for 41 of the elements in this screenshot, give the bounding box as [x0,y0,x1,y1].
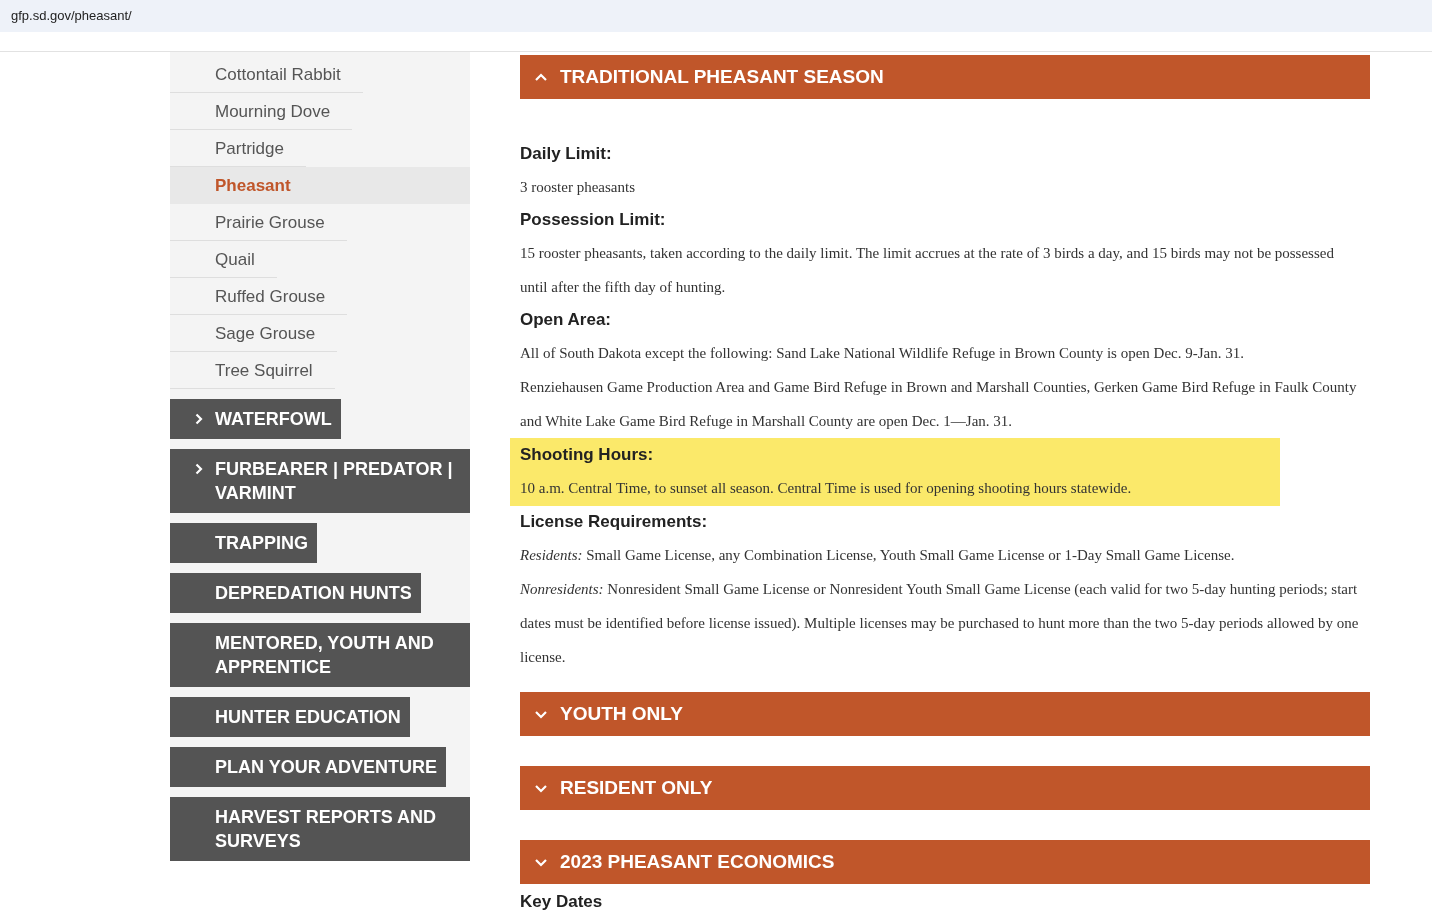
sidebar-link[interactable]: Ruffed Grouse [170,278,348,315]
section-heading: Open Area: [520,309,611,331]
sidebar-link[interactable]: Tree Squirrel [170,352,335,389]
paragraph: Residents: Small Game License, any Combination License, Youth Small Game License or 1-Day Small Game License. [520,546,1236,565]
address-bar[interactable]: gfp.sd.gov/pheasant/ [0,0,1432,32]
sidebar-link[interactable]: Prairie Grouse [170,204,347,241]
paragraph: All of South Dakota except the following: Sand Lake National Wildlife Refuge in Brown County is open Dec. 9-Jan. 31. [520,344,1245,363]
nav-button[interactable]: FURBEARER | PREDATOR | VARMINT [170,449,470,513]
chevron-right-icon [195,463,203,475]
paragraph: Nonresidents: Nonresident Small Game License or Nonresident Youth Small Game License (each valid for two 5-day hunting periods; start dates must be identified before license issued). Multiple licenses may be purchased to hunt more than the two 5-day periods allowed by one license. [520,580,1360,667]
sidebar-link[interactable]: Cottontail Rabbit [170,56,363,93]
accordion-header[interactable]: 2023 PHEASANT ECONOMICS [520,840,1370,884]
nav-button[interactable]: HARVEST REPORTS AND SURVEYS [170,797,470,861]
accordion-header[interactable]: TRADITIONAL PHEASANT SEASON [520,55,1370,99]
chevron-up-icon [535,72,547,82]
nav-button[interactable]: WATERFOWL [170,399,341,439]
section-heading: License Requirements: [520,511,708,533]
section-heading: Daily Limit: [520,143,612,165]
nav-button[interactable]: TRAPPING [170,523,317,563]
sidebar-link[interactable]: Quail [170,241,277,278]
nav-button[interactable]: MENTORED, YOUTH AND APPRENTICE [170,623,470,687]
sidebar-link[interactable]: Sage Grouse [170,315,338,352]
url-text: gfp.sd.gov/pheasant/ [11,7,132,26]
paragraph: 15 rooster pheasants, taken according to the daily limit. The limit accrues at the rate of 3 birds a day, and 15 birds may not be possessed until after the fifth day of hunting. [520,244,1335,297]
chevron-down-icon [535,709,547,719]
paragraph: Renziehausen Game Production Area and Game Bird Refuge in Brown and Marshall Counties, Gerken Game Bird Refuge in Faulk County and White Lake Game Bird Refuge in Marshall County are open Dec. 1—Jan. 31. [520,378,1358,431]
chevron-down-icon [535,857,547,867]
nav-button[interactable]: DEPREDATION HUNTS [170,573,421,613]
paragraph: 10 a.m. Central Time, to sunset all season. Central Time is used for opening shooting hours statewide. [520,479,1133,498]
chevron-right-icon [195,413,203,425]
accordion-header[interactable]: YOUTH ONLY [520,692,1370,736]
section-heading: Shooting Hours: [520,444,654,466]
section-heading: Key Dates [520,893,603,911]
chevron-down-icon [535,783,547,793]
accordion-header[interactable]: RESIDENT ONLY [520,766,1370,810]
section-heading: Possession Limit: [520,209,666,231]
sidebar-link[interactable]: Mourning Dove [170,93,353,130]
nav-button[interactable]: HUNTER EDUCATION [170,697,410,737]
nav-button[interactable]: PLAN YOUR ADVENTURE [170,747,447,787]
sidebar-link[interactable]: Pheasant [170,167,470,204]
paragraph: 3 rooster pheasants [520,178,636,197]
